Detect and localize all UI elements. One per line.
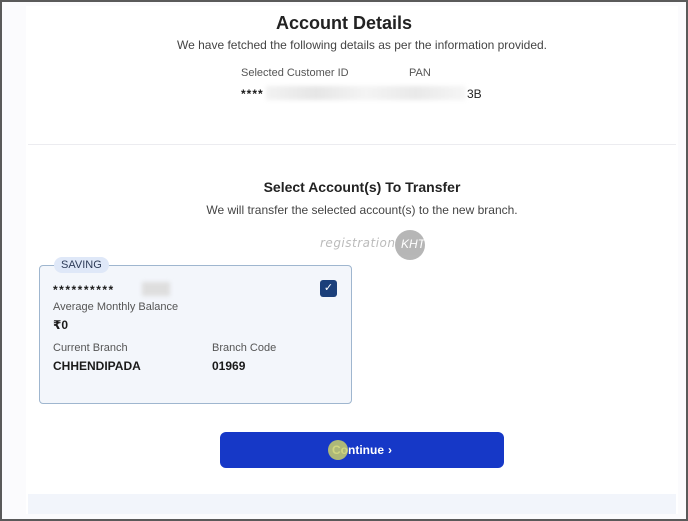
redacted-account-digits — [142, 282, 170, 296]
pan-label: PAN — [409, 67, 431, 79]
transfer-section-title: Select Account(s) To Transfer — [263, 179, 461, 195]
current-branch-value: CHHENDIPADA — [53, 359, 141, 373]
pan-value: 3B — [467, 87, 482, 101]
redacted-details — [266, 86, 466, 100]
customer-id-value: **** — [241, 87, 264, 101]
section-divider — [28, 144, 676, 145]
transfer-section-subtitle: We will transfer the selected account(s)… — [206, 203, 518, 217]
check-icon: ✓ — [323, 282, 334, 294]
account-type-badge: SAVING — [54, 257, 109, 273]
customer-id-label: Selected Customer ID — [241, 67, 349, 79]
account-number: ********** — [53, 283, 115, 297]
watermark-logo-text: KHT — [401, 237, 425, 251]
avg-balance-label: Average Monthly Balance — [53, 301, 179, 313]
continue-label: Continue — [332, 443, 384, 457]
watermark-logo: KHT — [395, 230, 425, 260]
chevron-right-icon: › — [388, 443, 392, 457]
avg-balance-value: ₹0 — [53, 318, 69, 332]
continue-button[interactable]: Continue › — [220, 432, 504, 468]
account-checkbox[interactable]: ✓ — [320, 280, 337, 297]
current-branch-label: Current Branch — [53, 342, 128, 354]
watermark: registration KHT — [318, 230, 428, 260]
branch-code-value: 01969 — [212, 359, 246, 373]
page-title: Account Details — [275, 13, 413, 33]
watermark-text: registration — [320, 236, 396, 250]
branch-code-label: Branch Code — [212, 342, 277, 354]
page-subtitle: We have fetched the following details as… — [177, 38, 547, 52]
footer-strip — [28, 494, 676, 514]
